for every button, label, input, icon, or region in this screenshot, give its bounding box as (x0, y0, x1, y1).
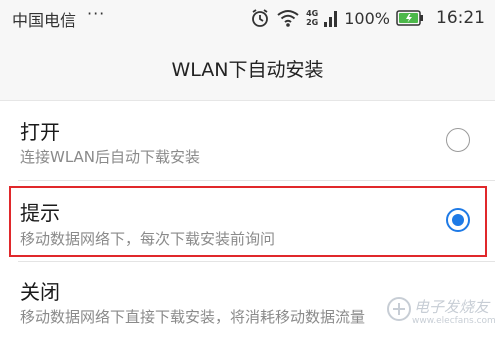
network-type-top: 4G (306, 9, 319, 18)
option-prompt[interactable]: 提示 移动数据网络下，每次下载安装前询问 (0, 181, 495, 259)
option-description: 连接WLAN后自动下载安装 (20, 148, 201, 166)
carrier-name: 中国电信 (12, 11, 77, 30)
status-bar: 中国电信 ··· 4G 2G 100% 16:21 (0, 0, 495, 36)
status-icons: 4G 2G 100% 16:21 (244, 6, 485, 30)
option-description: 移动数据网络下直接下载安装，将消耗移动数据流量 (20, 308, 366, 326)
radio-button-prompt[interactable] (446, 208, 470, 232)
radio-button-open[interactable] (446, 128, 470, 152)
watermark-url: www.elecfans.com (412, 316, 495, 326)
option-title: 关闭 (20, 280, 60, 304)
option-title: 打开 (20, 120, 60, 144)
watermark-text: 电子发烧友 (414, 298, 490, 316)
page-title: WLAN下自动安装 (171, 59, 324, 81)
network-type-bottom: 2G (306, 18, 319, 27)
watermark-logo-icon (387, 297, 411, 321)
signal-icon (324, 11, 338, 27)
more-notifications-icon: ··· (87, 4, 106, 23)
battery-icon (396, 10, 423, 26)
option-description: 移动数据网络下，每次下载安装前询问 (20, 230, 276, 248)
wifi-icon (277, 10, 299, 27)
option-title: 提示 (20, 201, 60, 225)
option-open[interactable]: 打开 连接WLAN后自动下载安装 (0, 101, 495, 179)
network-type-labels: 4G 2G (306, 9, 318, 27)
clock-time: 16:21 (436, 8, 485, 28)
battery-percent: 100% (344, 8, 390, 28)
alarm-icon (252, 9, 269, 27)
title-bar: WLAN下自动安装 (0, 36, 495, 101)
watermark: 电子发烧友 www.elecfans.com (382, 286, 495, 342)
